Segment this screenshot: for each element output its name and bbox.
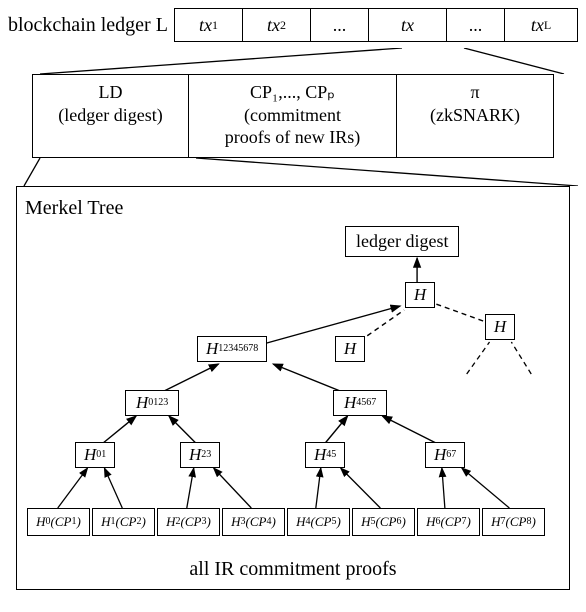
tx-table: tx1 tx2 ... tx ... txL xyxy=(174,8,578,42)
tx-detail-row: LD (ledger digest) CP₁,..., CPₚ (commitm… xyxy=(32,74,554,158)
cp-label: CP₁,..., CPₚ xyxy=(195,81,390,104)
tx-cell: ... xyxy=(311,9,369,41)
leaf-node: H3(CP4) xyxy=(222,508,285,536)
pi-desc: (zkSNARK) xyxy=(403,104,547,127)
cp-cell: CP₁,..., CPₚ (commitment proofs of new I… xyxy=(189,75,397,157)
leaf-node: H5(CP6) xyxy=(352,508,415,536)
leaf-node: H4(CP5) xyxy=(287,508,350,536)
cp-desc2: proofs of new IRs) xyxy=(195,126,390,149)
tree-edges xyxy=(25,224,561,554)
ld-cell: LD (ledger digest) xyxy=(33,75,189,157)
merkle-box: Merkel Tree xyxy=(16,186,570,590)
ledger-row: blockchain ledger L tx1 tx2 ... tx ... t… xyxy=(8,8,578,42)
leaf-node: H7(CP8) xyxy=(482,508,545,536)
connector-2 xyxy=(8,158,578,186)
root-hash-node: H xyxy=(405,282,435,308)
h12345678-node: H12345678 xyxy=(197,336,267,362)
merkle-caption: all IR commitment proofs xyxy=(25,558,561,581)
h23-node: H23 xyxy=(180,442,220,468)
h4567-node: H4567 xyxy=(333,390,387,416)
tx-cell: tx2 xyxy=(243,9,311,41)
h01-node: H01 xyxy=(75,442,115,468)
ledger-label: blockchain ledger L xyxy=(8,14,168,37)
merkle-title: Merkel Tree xyxy=(25,197,561,220)
pi-label: π xyxy=(403,81,547,104)
h0123-node: H0123 xyxy=(125,390,179,416)
tx-cell: tx1 xyxy=(175,9,243,41)
tx-cell: ... xyxy=(447,9,505,41)
tx-cell: tx xyxy=(369,9,447,41)
cp-desc1: (commitment xyxy=(195,104,390,127)
h67-node: H67 xyxy=(425,442,465,468)
leaf-node: H1(CP2) xyxy=(92,508,155,536)
ledger-digest-node: ledger digest xyxy=(345,226,459,257)
h45-node: H45 xyxy=(305,442,345,468)
ld-desc: (ledger digest) xyxy=(39,104,182,127)
h-right-node: H xyxy=(485,314,515,340)
merkle-tree: ledger digest H H H H12345678 H0123 H456… xyxy=(25,224,561,554)
ld-label: LD xyxy=(39,81,182,104)
tx-cell: txL xyxy=(505,9,577,41)
leaf-node: H0(CP1) xyxy=(27,508,90,536)
leaf-node: H6(CP7) xyxy=(417,508,480,536)
pi-cell: π (zkSNARK) xyxy=(397,75,553,157)
h-left-node: H xyxy=(335,336,365,362)
leaf-node: H2(CP3) xyxy=(157,508,220,536)
connector-1 xyxy=(8,48,578,74)
